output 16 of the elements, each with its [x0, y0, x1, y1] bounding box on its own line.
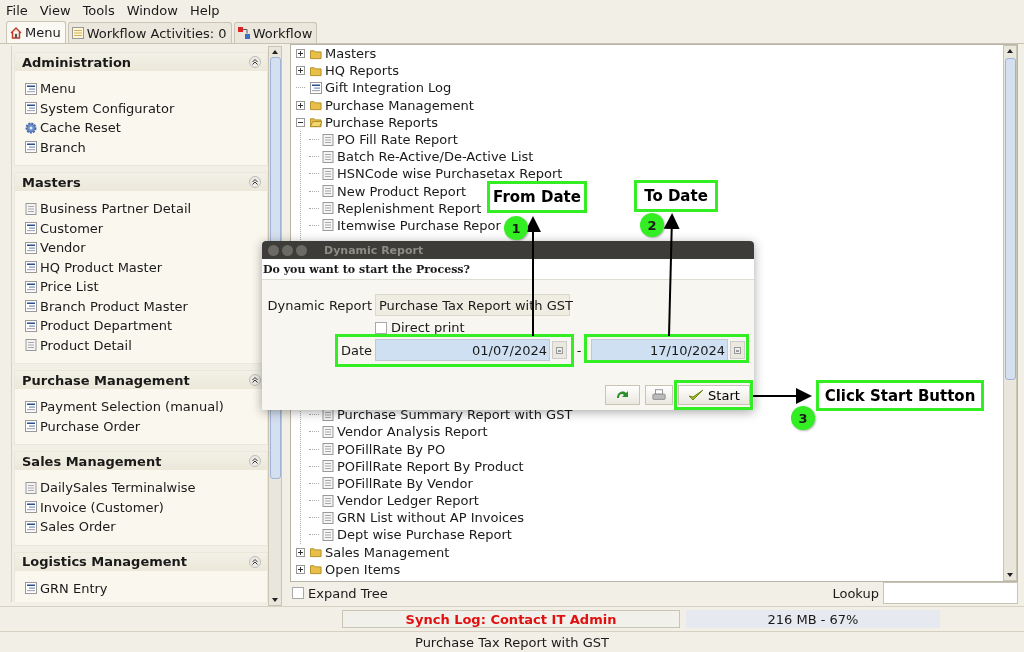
callout-label: From Date — [487, 181, 587, 213]
callout-label: Click Start Button — [816, 380, 984, 411]
dialog-title: Dynamic Report — [324, 243, 424, 257]
memory-indicator: 216 MB - 67% — [686, 610, 940, 628]
dialog-message: Do you want to start the Process? — [262, 259, 754, 280]
section-title: Masters — [22, 174, 81, 190]
section-title: Administration — [22, 54, 132, 70]
section-title: Purchase Management — [22, 372, 190, 388]
field-label: Dynamic Report — [266, 297, 372, 313]
range-separator: - — [575, 342, 583, 358]
section-title: Sales Management — [22, 453, 162, 469]
field-label: Date — [339, 342, 372, 358]
lookup-label: Lookup — [832, 585, 879, 601]
status-text: Purchase Tax Report with GST — [415, 634, 609, 650]
section-title: Logistics Management — [22, 554, 188, 569]
callout-label: To Date — [634, 180, 718, 212]
